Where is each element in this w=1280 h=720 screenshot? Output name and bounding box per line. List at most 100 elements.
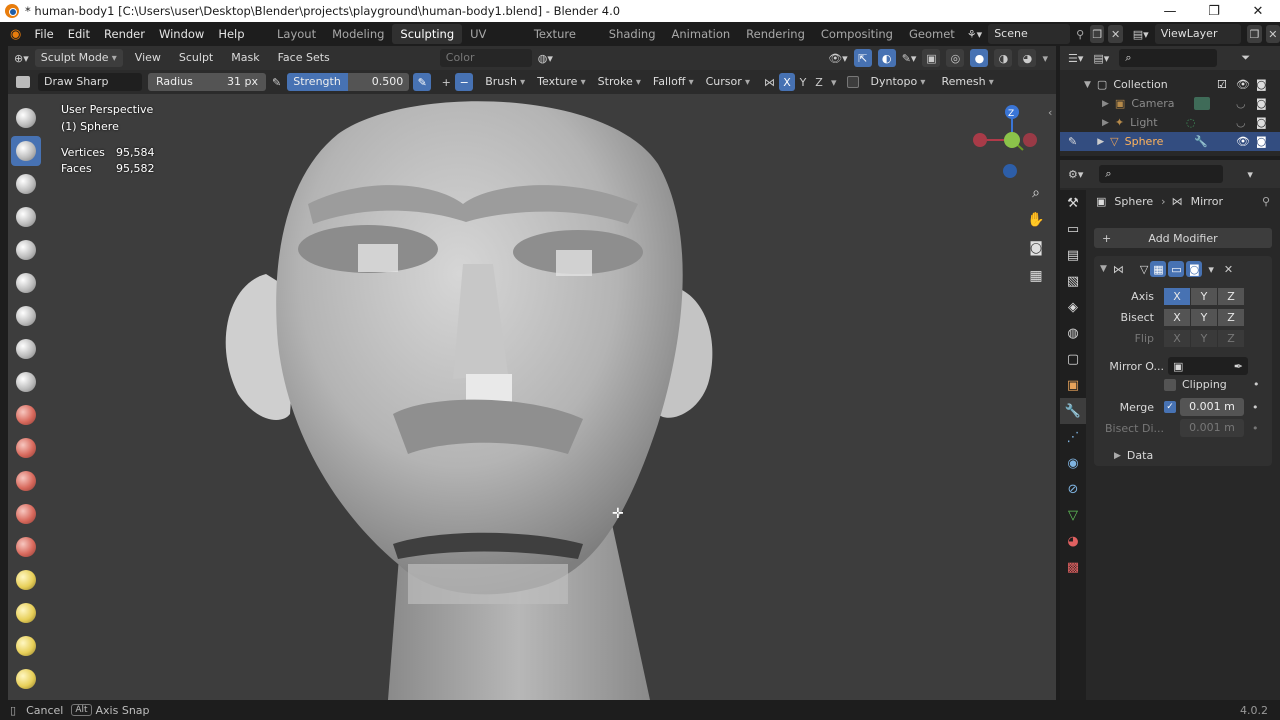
particles-tab-icon[interactable]: ⋰ (1060, 424, 1086, 450)
flip-x-toggle[interactable]: X (1164, 330, 1190, 347)
overlay-toggle-icon[interactable]: ◐ (877, 49, 896, 67)
axis-x-toggle[interactable]: X (1164, 288, 1190, 305)
falloff-dropdown[interactable]: Falloff (647, 73, 700, 91)
camera-view-icon[interactable]: ◙ (1024, 236, 1048, 260)
tool-crease[interactable] (11, 367, 41, 397)
object-tab-icon[interactable]: ▣ (1060, 372, 1086, 398)
expand-sphere-icon[interactable]: ▶ (1097, 137, 1104, 147)
properties-search-input[interactable]: ⌕ (1099, 165, 1224, 183)
tool-layer[interactable] (11, 268, 41, 298)
strength-slider[interactable]: Strength 0.500 (287, 73, 410, 91)
menu-help[interactable]: Help (211, 27, 251, 41)
collection-eye-icon[interactable]: 👁 (1236, 78, 1250, 91)
pan-hand-icon[interactable]: ✋ (1024, 208, 1048, 232)
mirror-object-field[interactable]: ▣ ✒ (1168, 357, 1248, 375)
add-direction-button[interactable]: + (437, 73, 455, 91)
outliner-search-input[interactable]: ⌕ (1119, 49, 1218, 67)
sphere-eye-icon[interactable]: 👁 (1236, 135, 1250, 148)
world-tab-icon[interactable]: ◍ (1060, 320, 1086, 346)
data-tab-icon[interactable]: ▽ (1060, 502, 1086, 528)
tab-texture-paint[interactable]: Texture Paint (526, 24, 601, 61)
view-layer-tab-icon[interactable]: ▧ (1060, 268, 1086, 294)
collection-render-icon[interactable]: ◙ (1256, 78, 1267, 91)
color-attribute-dropdown[interactable]: Color Attribut... (439, 49, 532, 82)
constraints-tab-icon[interactable]: ⊘ (1060, 476, 1086, 502)
new-scene-icon[interactable]: ❐ (1090, 25, 1105, 43)
tool-grab[interactable] (11, 598, 41, 628)
shading-material-icon[interactable]: ◑ (994, 49, 1013, 67)
dyntopo-checkbox[interactable] (846, 76, 859, 88)
eyedropper-icon[interactable]: ✒ (1234, 360, 1243, 373)
stroke-dropdown[interactable]: Stroke (592, 73, 647, 91)
merge-keyframe-dot[interactable]: • (1252, 401, 1259, 414)
delete-scene-icon[interactable]: ✕ (1108, 25, 1123, 43)
color-attribute-icon[interactable]: ◍▾ (538, 52, 553, 65)
brush-name-field[interactable]: Draw Sharp (38, 73, 142, 91)
modifier-menu-icon[interactable]: ▾ (1208, 263, 1214, 276)
expand-data-icon[interactable]: ▶ (1114, 451, 1121, 461)
merge-checkbox[interactable]: ✓ (1164, 401, 1176, 413)
shading-options-icon[interactable]: ▾ (1042, 52, 1048, 65)
tool-multiplane-scrape[interactable] (11, 532, 41, 562)
clipping-keyframe-dot[interactable]: • (1253, 378, 1260, 391)
light-render-icon[interactable]: ◙ (1256, 116, 1267, 129)
tab-layout[interactable]: Layout (269, 24, 324, 44)
view-layer-icon[interactable]: ▤▾ (1133, 28, 1149, 41)
tool-clay-strips[interactable] (11, 202, 41, 232)
tool-clay[interactable] (11, 169, 41, 199)
mode-dropdown[interactable]: Sculpt Mode (34, 49, 123, 67)
edit-mode-cage-icon[interactable]: ▽ (1140, 263, 1148, 276)
tab-geometry-nodes[interactable]: Geomet (901, 24, 963, 44)
properties-options-icon[interactable]: ▾ (1247, 168, 1253, 181)
tool-inflate[interactable] (11, 301, 41, 331)
bisect-distance-keyframe-dot[interactable]: • (1252, 422, 1259, 435)
close-button[interactable]: ✕ (1236, 0, 1280, 22)
symmetry-options-icon[interactable]: ▾ (831, 76, 837, 89)
shading-solid-icon[interactable]: ● (970, 49, 989, 67)
modifier-tab-icon[interactable]: 🔧 (1060, 398, 1086, 424)
menu-file[interactable]: File (27, 27, 60, 41)
expand-camera-icon[interactable]: ▶ (1102, 99, 1109, 109)
data-subpanel-header[interactable]: ▶ Data (1114, 449, 1153, 462)
render-display-icon[interactable]: ◙ (1186, 261, 1203, 277)
tab-modeling[interactable]: Modeling (324, 24, 392, 44)
camera-render-icon[interactable]: ◙ (1256, 97, 1267, 110)
render-tab-icon[interactable]: ▭ (1060, 216, 1086, 242)
menu-edit[interactable]: Edit (61, 27, 97, 41)
toggle-xray-icon[interactable]: ▣ (922, 49, 941, 67)
cursor-dropdown[interactable]: Cursor (700, 73, 756, 91)
collection-tab-icon[interactable]: ▢ (1060, 346, 1086, 372)
tool-smooth[interactable] (11, 400, 41, 430)
tab-rendering[interactable]: Rendering (738, 24, 813, 44)
menu-face-sets[interactable]: Face Sets (272, 49, 336, 67)
scene-field[interactable]: Scene (988, 24, 1071, 44)
flip-z-toggle[interactable]: Z (1218, 330, 1244, 347)
tool-scrape[interactable] (11, 499, 41, 529)
sphere-render-icon[interactable]: ◙ (1256, 135, 1267, 148)
menu-sculpt[interactable]: Sculpt (173, 49, 219, 67)
symmetry-y-button[interactable]: Y (795, 73, 811, 91)
collapse-modifier-icon[interactable]: ▼ (1100, 264, 1107, 274)
scene-tab-icon[interactable]: ◈ (1060, 294, 1086, 320)
filter-icon[interactable]: ⏷ (1241, 51, 1250, 65)
edit-mode-icon[interactable]: ▦ (1150, 261, 1167, 277)
expand-light-icon[interactable]: ▶ (1102, 118, 1109, 128)
xray-icon[interactable]: ✎▾ (902, 52, 917, 65)
remesh-dropdown[interactable]: Remesh (935, 73, 999, 91)
output-tab-icon[interactable]: ▤ (1060, 242, 1086, 268)
flip-y-toggle[interactable]: Y (1191, 330, 1217, 347)
outliner-row-camera[interactable]: ▶ ▣ Camera ◡ ◙ (1060, 94, 1280, 113)
tab-animation[interactable]: Animation (664, 24, 739, 44)
clipping-checkbox[interactable] (1164, 378, 1176, 391)
merge-distance-field[interactable]: 0.001 m (1180, 398, 1244, 416)
scene-icon[interactable]: ⚘▾ (967, 28, 982, 41)
properties-pin-icon[interactable]: ⚲ (1262, 195, 1270, 208)
bisect-x-toggle[interactable]: X (1164, 309, 1190, 326)
tab-shading[interactable]: Shading (601, 24, 664, 44)
tool-snake-hook[interactable] (11, 664, 41, 694)
tool-draw[interactable] (11, 103, 41, 133)
menu-render[interactable]: Render (97, 27, 152, 41)
blender-menu-icon[interactable]: ◉ (10, 27, 27, 42)
material-tab-icon[interactable]: ◕ (1060, 528, 1086, 554)
tool-clay-thumb[interactable] (11, 235, 41, 265)
